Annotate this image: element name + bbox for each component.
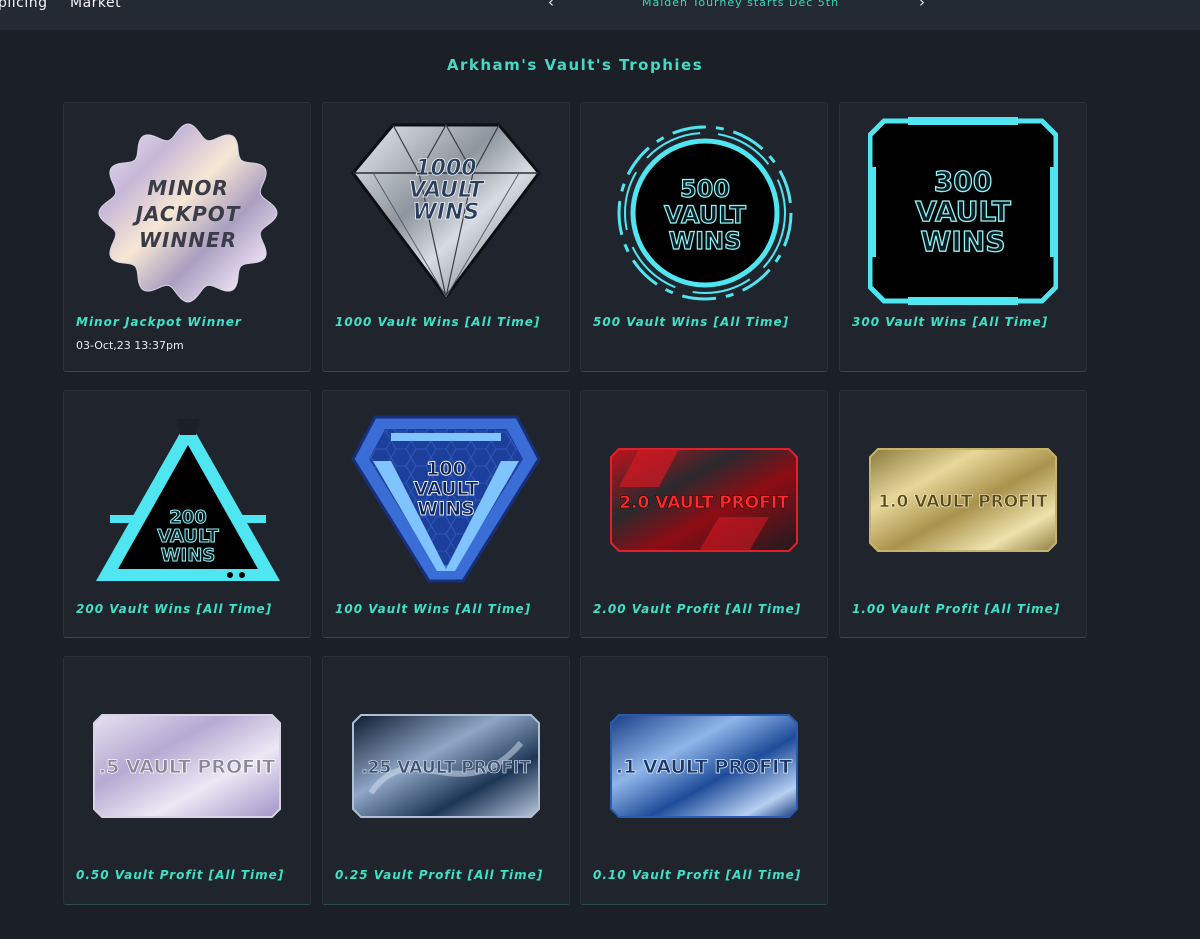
- badge-line-2: VAULT: [157, 526, 219, 547]
- badge-line-1: 100: [426, 458, 466, 480]
- badge-text: .5 VAULT PROFIT: [99, 756, 275, 778]
- trophy-name: 1000 Vault Wins [All Time]: [335, 315, 541, 329]
- badge-line-3: WINS: [417, 498, 475, 520]
- badge-line-1: 300: [934, 165, 992, 198]
- nav-link-splicing[interactable]: plicing: [0, 0, 48, 11]
- trophy-badge-01-profit: .1 VAULT PROFIT: [609, 713, 799, 819]
- trophy-name: Minor Jackpot Winner: [76, 315, 242, 329]
- trophy-name: 300 Vault Wins [All Time]: [852, 315, 1049, 329]
- badge-text: .25 VAULT PROFIT: [361, 758, 531, 778]
- trophy-badge-500-wins: 500 VAULT WINS: [607, 119, 803, 305]
- chevron-left-icon[interactable]: ‹: [548, 0, 554, 11]
- trophy-name: 200 Vault Wins [All Time]: [76, 602, 273, 616]
- trophy-card-200-wins[interactable]: 200 VAULT WINS 200 Vault Wins [All Time]: [63, 390, 311, 638]
- badge-line-1: MINOR: [147, 176, 228, 200]
- trophy-earned-date: 03-Oct,23 13:37pm: [76, 339, 184, 352]
- top-nav-bar: plicing Market ‹ Maiden Tourney starts D…: [0, 0, 1200, 30]
- badge-line-1: 500: [680, 175, 730, 203]
- badge-line-2: JACKPOT: [132, 202, 241, 226]
- trophy-name: 100 Vault Wins [All Time]: [335, 602, 532, 616]
- trophy-card-2-profit[interactable]: 2.0 VAULT PROFIT 2.00 Vault Profit [All …: [580, 390, 828, 638]
- badge-text: 1.0 VAULT PROFIT: [878, 492, 1048, 512]
- trophy-badge-minor-jackpot: MINOR JACKPOT WINNER: [96, 121, 280, 305]
- trophy-name: 0.10 Vault Profit [All Time]: [593, 868, 802, 882]
- trophy-badge-200-wins: 200 VAULT WINS: [92, 415, 284, 585]
- badge-line-3: WINS: [413, 200, 480, 225]
- trophy-name: 0.25 Vault Profit [All Time]: [335, 868, 544, 882]
- badge-text: .1 VAULT PROFIT: [616, 756, 792, 778]
- badge-line-3: WINS: [669, 227, 742, 255]
- trophy-card-minor-jackpot[interactable]: MINOR JACKPOT WINNER Minor Jackpot Winne…: [63, 102, 311, 372]
- page-title: Arkham's Vault's Trophies: [446, 56, 704, 74]
- trophy-badge-100-wins: 100 VAULT WINS: [351, 415, 541, 585]
- badge-line-2: VAULT: [414, 478, 479, 500]
- trophy-name: 1.00 Vault Profit [All Time]: [852, 602, 1061, 616]
- badge-line-1: 200: [169, 507, 207, 528]
- chevron-right-icon[interactable]: ›: [919, 0, 925, 11]
- trophy-badge-025-profit: .25 VAULT PROFIT: [351, 713, 541, 819]
- trophy-card-500-wins[interactable]: 500 VAULT WINS 500 Vault Wins [All Time]: [580, 102, 828, 372]
- trophy-card-05-profit[interactable]: .5 VAULT PROFIT 0.50 Vault Profit [All T…: [63, 656, 311, 905]
- trophy-badge-1-profit: 1.0 VAULT PROFIT: [868, 447, 1058, 553]
- trophy-badge-300-wins: 300 VAULT WINS: [868, 117, 1058, 305]
- announcement-ticker: Maiden Tourney starts Dec 5th: [642, 0, 840, 9]
- trophy-card-100-wins[interactable]: 100 VAULT WINS 100 Vault Wins [All Time]: [322, 390, 570, 638]
- trophy-name: 2.00 Vault Profit [All Time]: [593, 602, 802, 616]
- nav-link-market[interactable]: Market: [70, 0, 121, 11]
- badge-line-3: WINS: [921, 225, 1006, 258]
- trophy-badge-2-profit: 2.0 VAULT PROFIT: [609, 447, 799, 553]
- trophy-card-025-profit[interactable]: .25 VAULT PROFIT 0.25 Vault Profit [All …: [322, 656, 570, 905]
- trophy-card-300-wins[interactable]: 300 VAULT WINS 300 Vault Wins [All Time]: [839, 102, 1087, 372]
- badge-line-2: VAULT: [664, 201, 747, 229]
- trophy-name: 0.50 Vault Profit [All Time]: [76, 868, 285, 882]
- badge-line-3: WINS: [161, 545, 216, 566]
- trophy-badge-05-profit: .5 VAULT PROFIT: [92, 713, 282, 819]
- trophy-card-1-profit[interactable]: 1.0 VAULT PROFIT 1.00 Vault Profit [All …: [839, 390, 1087, 638]
- badge-line-2: VAULT: [915, 195, 1011, 228]
- badge-text: 2.0 VAULT PROFIT: [619, 493, 789, 513]
- trophy-badge-1000-wins: 1000 VAULT WINS: [351, 123, 541, 299]
- badge-line-3: WINNER: [139, 228, 237, 252]
- trophy-card-01-profit[interactable]: .1 VAULT PROFIT 0.10 Vault Profit [All T…: [580, 656, 828, 905]
- trophy-card-1000-wins[interactable]: 1000 VAULT WINS 1000 Vault Wins [All Tim…: [322, 102, 570, 372]
- trophy-name: 500 Vault Wins [All Time]: [593, 315, 790, 329]
